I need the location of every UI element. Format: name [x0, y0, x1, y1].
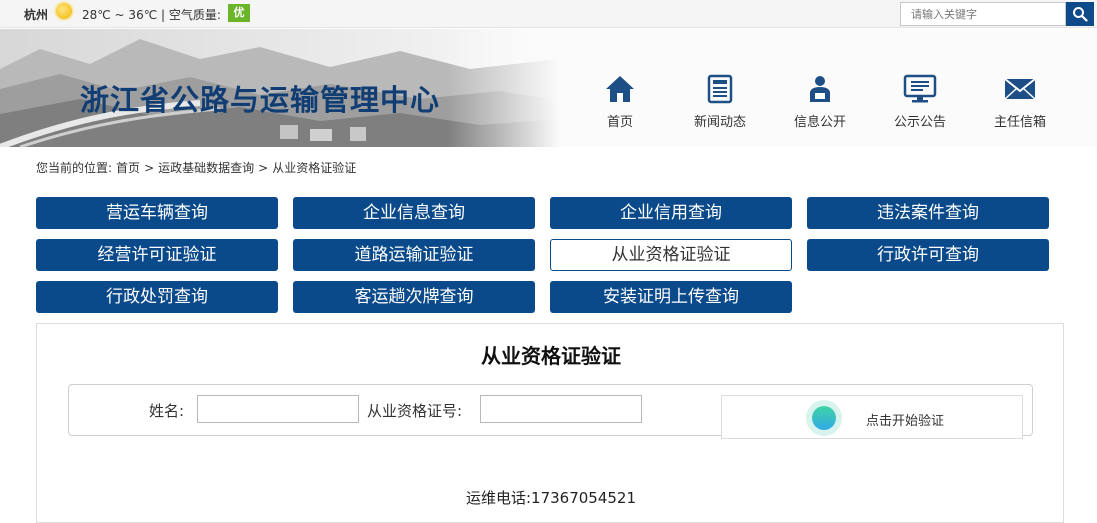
query-operating-vehicles-button[interactable]: 营运车辆查询	[36, 197, 278, 229]
nav-news-label: 新闻动态	[693, 115, 746, 130]
breadcrumb-current: 从业资格证验证	[272, 161, 357, 175]
breadcrumb-category[interactable]: 运政基础数据查询	[158, 161, 254, 175]
query-enterprise-credit-button[interactable]: 企业信用查询	[550, 197, 792, 229]
site-header: 浙江省公路与运输管理中心 首页 新闻动态 信息公开 公示公告 主任信箱	[0, 29, 1097, 147]
query-enterprise-info-button[interactable]: 企业信息查询	[293, 197, 535, 229]
query-violation-cases-button[interactable]: 违法案件查询	[807, 197, 1049, 229]
captcha-text: 点击开始验证	[866, 414, 945, 429]
weather-info: 28℃ ~ 36℃ | 空气质量:	[82, 6, 221, 23]
nav-info-public[interactable]: 信息公开	[780, 73, 860, 133]
city-name: 杭州	[24, 8, 49, 22]
home-icon	[606, 76, 634, 102]
person-info-icon	[810, 76, 830, 102]
query-install-cert-upload-button[interactable]: 安装证明上传查询	[550, 281, 792, 313]
separator: |	[161, 8, 166, 22]
nav-announcements-label: 公示公告	[893, 115, 946, 130]
breadcrumb-prefix: 您当前的位置:	[36, 161, 113, 175]
breadcrumb-sep: >	[144, 161, 155, 175]
query-admin-penalty-button[interactable]: 行政处罚查询	[36, 281, 278, 313]
panel-title: 从业资格证验证	[481, 344, 621, 368]
nav-director-mailbox-label: 主任信箱	[993, 115, 1046, 130]
mail-icon	[1004, 78, 1036, 100]
verify-road-transport-cert-button[interactable]: 道路运输证验证	[293, 239, 535, 271]
site-title: 浙江省公路与运输管理中心	[80, 83, 441, 117]
nav-home[interactable]: 首页	[580, 73, 660, 133]
sun-icon	[56, 3, 72, 19]
air-quality-label: 空气质量:	[168, 8, 221, 22]
search-icon	[1073, 7, 1088, 22]
nav-announcements[interactable]: 公示公告	[880, 73, 960, 133]
query-passenger-trip-plate-button[interactable]: 客运趟次牌查询	[293, 281, 535, 313]
verification-form: 姓名: 从业资格证号: 点击开始验证	[68, 384, 1033, 439]
name-input[interactable]	[197, 395, 359, 423]
breadcrumb: 您当前的位置: 首页 > 运政基础数据查询 > 从业资格证验证	[36, 159, 360, 176]
cert-number-input[interactable]	[480, 395, 642, 423]
top-bar: 杭州 28℃ ~ 36℃ | 空气质量: 优	[0, 0, 1097, 28]
nav-info-public-label: 信息公开	[793, 115, 846, 130]
verify-business-license-button[interactable]: 经营许可证验证	[36, 239, 278, 271]
captcha-verify-button[interactable]: 点击开始验证	[721, 395, 1023, 439]
cert-number-label: 从业资格证号:	[367, 402, 463, 420]
name-label: 姓名:	[149, 402, 185, 420]
captcha-logo-icon	[806, 400, 842, 436]
query-admin-permit-button[interactable]: 行政许可查询	[807, 239, 1049, 271]
monitor-icon	[903, 74, 937, 103]
news-icon	[707, 74, 733, 104]
search-input[interactable]	[900, 2, 1066, 26]
air-quality-badge: 优	[228, 4, 250, 22]
search-button[interactable]	[1066, 2, 1094, 26]
nav-director-mailbox[interactable]: 主任信箱	[980, 73, 1060, 133]
temperature-text: 28℃ ~ 36℃	[82, 8, 158, 22]
breadcrumb-home[interactable]: 首页	[116, 161, 140, 175]
nav-home-label: 首页	[606, 115, 633, 130]
nav-news[interactable]: 新闻动态	[680, 73, 760, 133]
support-phone: 运维电话:17367054521	[465, 489, 637, 507]
breadcrumb-sep: >	[258, 161, 269, 175]
verify-qualification-cert-button[interactable]: 从业资格证验证	[550, 239, 792, 271]
verification-panel: 从业资格证验证 姓名: 从业资格证号: 点击开始验证 运维电话:17367054…	[36, 323, 1064, 523]
